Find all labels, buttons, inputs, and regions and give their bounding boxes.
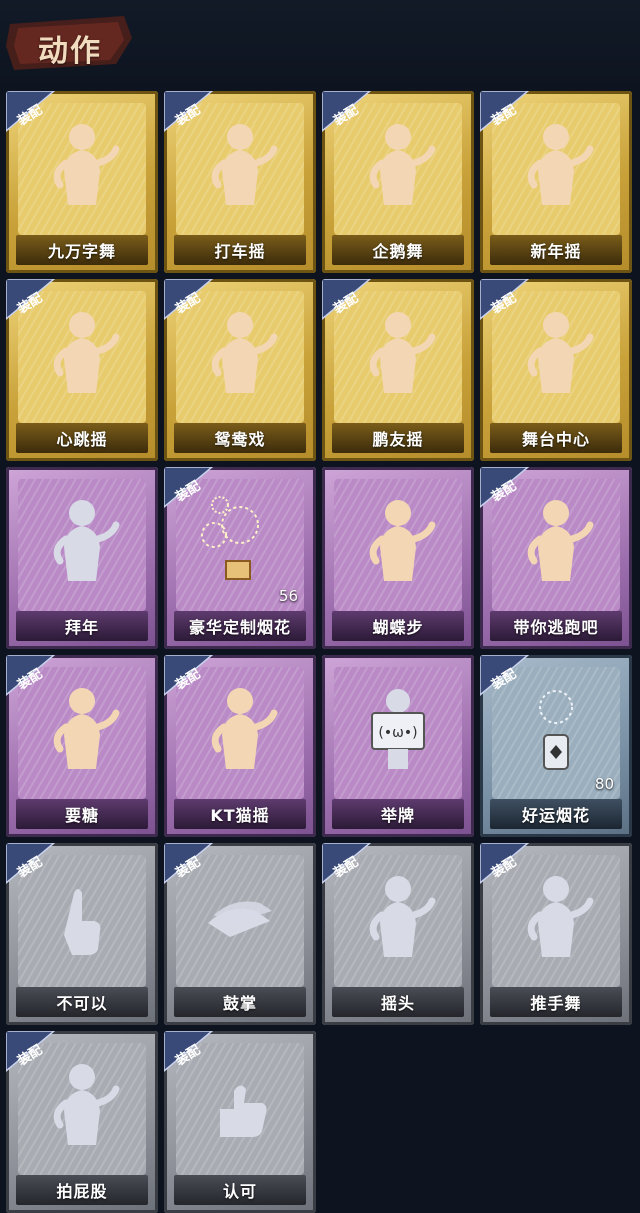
card-name-band: 带你逃跑吧 <box>490 611 622 641</box>
equipped-badge: 装配 <box>322 843 386 887</box>
action-card[interactable]: 装配舞台中心 <box>480 279 632 461</box>
action-name: 新年摇 <box>530 242 582 261</box>
action-card[interactable]: 装配鹏友摇 <box>322 279 474 461</box>
action-card[interactable]: 装配不可以 <box>6 843 158 1025</box>
action-card[interactable]: (•ω•) 举牌 <box>322 655 474 837</box>
action-name: 舞台中心 <box>521 430 590 449</box>
card-name-band: 鸳鸯戏 <box>174 423 306 453</box>
card-name-band: 好运烟花 <box>490 799 622 829</box>
equipped-badge: 装配 <box>6 91 70 135</box>
action-card[interactable]: 装配打车摇 <box>164 91 316 273</box>
card-name-band: KT猫摇 <box>174 799 306 829</box>
card-name-band: 新年摇 <box>490 235 622 265</box>
equipped-badge: 装配 <box>322 279 386 323</box>
card-name-band: 九万字舞 <box>16 235 148 265</box>
action-card[interactable]: 装配企鹅舞 <box>322 91 474 273</box>
action-name: 蝴蝶步 <box>372 618 424 637</box>
card-name-band: 认可 <box>174 1175 306 1205</box>
action-card[interactable]: 装配推手舞 <box>480 843 632 1025</box>
bowing-figure-icon <box>32 491 132 595</box>
action-name: 拜年 <box>64 618 99 637</box>
equipped-badge: 装配 <box>480 655 544 699</box>
action-card[interactable]: 装配拍屁股 <box>6 1031 158 1213</box>
card-name-band: 摇头 <box>332 987 464 1017</box>
action-name: 豪华定制烟花 <box>188 618 291 637</box>
action-card[interactable]: 装配鸳鸯戏 <box>164 279 316 461</box>
card-name-band: 企鹅舞 <box>332 235 464 265</box>
card-name-band: 拜年 <box>16 611 148 641</box>
card-name-band: 打车摇 <box>174 235 306 265</box>
action-card[interactable]: 80 装配好运烟花 <box>480 655 632 837</box>
action-card[interactable]: 装配摇头 <box>322 843 474 1025</box>
action-card[interactable]: 装配要糖 <box>6 655 158 837</box>
sign-holding-icon: (•ω•) <box>348 679 448 783</box>
equipped-badge: 装配 <box>6 279 70 323</box>
action-name: 鹏友摇 <box>372 430 424 449</box>
action-name: KT猫摇 <box>210 806 270 825</box>
action-name: 鸳鸯戏 <box>214 430 266 449</box>
action-card[interactable]: 装配认可 <box>164 1031 316 1213</box>
card-name-band: 拍屁股 <box>16 1175 148 1205</box>
equipped-badge: 装配 <box>6 1031 70 1075</box>
action-card[interactable]: 装配新年摇 <box>480 91 632 273</box>
action-name: 好运烟花 <box>521 806 590 825</box>
card-name-band: 要糖 <box>16 799 148 829</box>
action-card[interactable]: 装配九万字舞 <box>6 91 158 273</box>
action-card[interactable]: 装配鼓掌 <box>164 843 316 1025</box>
card-name-band: 豪华定制烟花 <box>174 611 306 641</box>
equipped-badge: 装配 <box>480 467 544 511</box>
item-count: 56 <box>278 587 298 605</box>
action-name: 打车摇 <box>214 242 266 261</box>
equipped-badge: 装配 <box>164 655 228 699</box>
action-name: 要糖 <box>64 806 99 825</box>
card-name-band: 举牌 <box>332 799 464 829</box>
action-card[interactable]: 装配 KT猫摇 <box>164 655 316 837</box>
action-name: 举牌 <box>380 806 415 825</box>
item-count: 80 <box>594 775 614 793</box>
dancer-silhouette-icon <box>348 491 448 595</box>
equipped-badge: 装配 <box>322 91 386 135</box>
action-card[interactable]: 装配带你逃跑吧 <box>480 467 632 649</box>
action-name: 企鹅舞 <box>372 242 424 261</box>
action-name: 九万字舞 <box>47 242 116 261</box>
action-card[interactable]: 56 装配豪华定制烟花 <box>164 467 316 649</box>
card-name-band: 鹏友摇 <box>332 423 464 453</box>
action-name: 带你逃跑吧 <box>513 618 599 637</box>
equipped-badge: 装配 <box>480 843 544 887</box>
card-name-band: 蝴蝶步 <box>332 611 464 641</box>
action-name: 不可以 <box>56 994 108 1013</box>
action-name: 拍屁股 <box>56 1182 108 1201</box>
action-name: 摇头 <box>380 994 415 1013</box>
card-name-band: 舞台中心 <box>490 423 622 453</box>
equipped-badge: 装配 <box>164 91 228 135</box>
equipped-badge: 装配 <box>164 1031 228 1075</box>
action-name: 推手舞 <box>530 994 582 1013</box>
card-name-band: 推手舞 <box>490 987 622 1017</box>
equipped-badge: 装配 <box>6 655 70 699</box>
equipped-badge: 装配 <box>164 467 228 511</box>
equipped-badge: 装配 <box>6 843 70 887</box>
card-name-band: 心跳摇 <box>16 423 148 453</box>
equipped-badge: 装配 <box>164 843 228 887</box>
action-name: 心跳摇 <box>56 430 108 449</box>
action-name: 认可 <box>222 1182 257 1201</box>
svg-text:(•ω•): (•ω•) <box>378 725 417 741</box>
equipped-badge: 装配 <box>164 279 228 323</box>
equipped-badge: 装配 <box>480 279 544 323</box>
action-name: 鼓掌 <box>222 994 257 1013</box>
equipped-badge: 装配 <box>480 91 544 135</box>
action-grid: 装配 九万字舞 装配 打车摇 装配 企鹅舞 装配 新年摇 装配 心跳摇 装配 鸳鸯戏 装配 鹏友摇 装配 舞台… <box>0 0 640 1213</box>
card-name-band: 不可以 <box>16 987 148 1017</box>
action-card[interactable]: 拜年 <box>6 467 158 649</box>
card-name-band: 鼓掌 <box>174 987 306 1017</box>
action-card[interactable]: 装配心跳摇 <box>6 279 158 461</box>
action-card[interactable]: 蝴蝶步 <box>322 467 474 649</box>
